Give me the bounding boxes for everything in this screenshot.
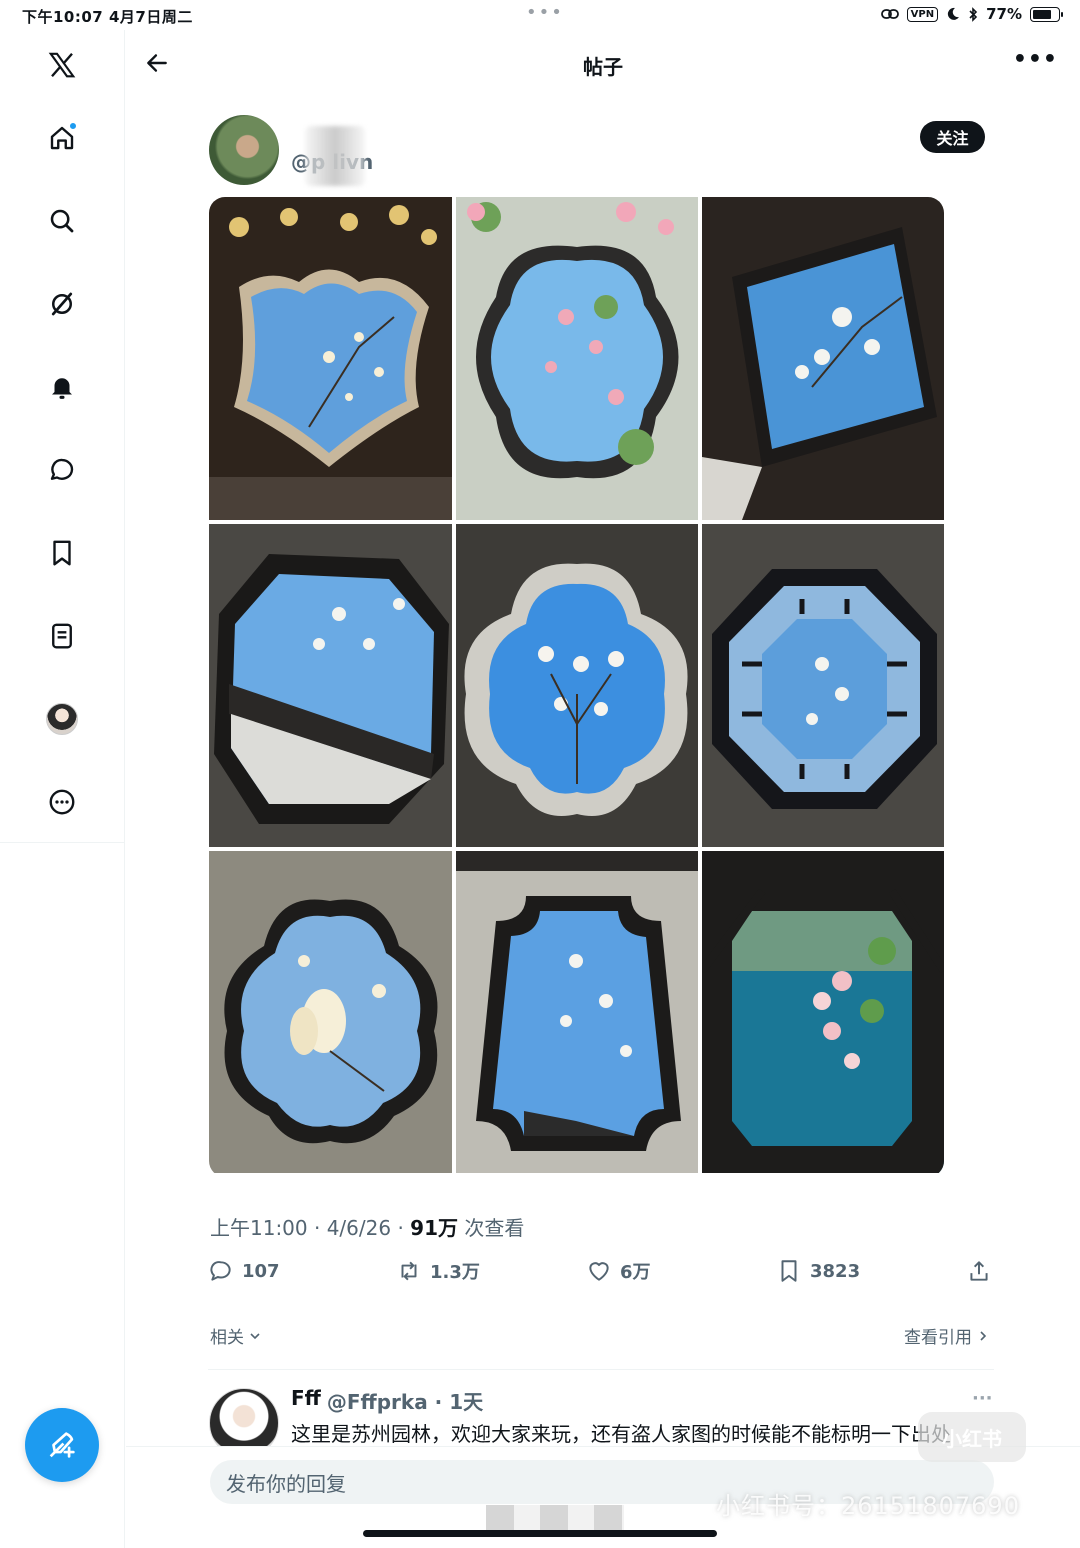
- notification-dot: [69, 122, 77, 130]
- repost-icon: [401, 1261, 417, 1281]
- view-suffix: 次查看: [458, 1216, 525, 1240]
- sidebar: [0, 30, 125, 1548]
- home-icon[interactable]: [40, 116, 84, 160]
- view-quotes-link[interactable]: 查看引用: [904, 1323, 990, 1348]
- reply-more-icon[interactable]: ···: [972, 1388, 993, 1409]
- status-right: VPN 77%: [880, 5, 1063, 23]
- grid-photo-6[interactable]: [702, 524, 944, 847]
- reply-name[interactable]: Fff: [291, 1386, 321, 1415]
- more-options-icon[interactable]: [40, 780, 84, 824]
- sidebar-divider: [0, 842, 124, 843]
- x-logo-icon[interactable]: [40, 43, 84, 87]
- repost-count: 1.3万: [430, 1262, 480, 1283]
- like-count: 6万: [620, 1262, 651, 1283]
- like-button[interactable]: 6万: [586, 1258, 651, 1284]
- status-time: 下午10:07 4月7日周二: [22, 8, 193, 26]
- reply-handle[interactable]: @Fffprka · 1天: [327, 1386, 483, 1415]
- messages-icon[interactable]: [40, 448, 84, 492]
- post-actions: 107 1.3万 6万 3823: [208, 1258, 994, 1294]
- header: 帖子 •••: [126, 30, 1080, 96]
- related-label: 相关: [210, 1328, 244, 1348]
- compose-post-button[interactable]: [25, 1408, 99, 1482]
- share-icon: [970, 1261, 988, 1281]
- post-time: 上午11:00 · 4/6/26 ·: [210, 1216, 411, 1240]
- grid-photo-9[interactable]: [702, 851, 944, 1173]
- privacy-blur: [305, 126, 365, 186]
- more-menu-button[interactable]: •••: [1013, 49, 1058, 71]
- post-meta: 上午11:00 · 4/6/26 · 91万 次查看: [210, 1212, 524, 1241]
- bookmark-icon: [781, 1260, 797, 1282]
- chevron-right-icon: [980, 1330, 987, 1341]
- grid-photo-7[interactable]: [209, 851, 452, 1173]
- vpn-badge: VPN: [906, 6, 939, 22]
- reply-icon: [210, 1261, 231, 1281]
- search-icon[interactable]: [40, 199, 84, 243]
- moon-icon: [947, 7, 960, 20]
- battery-icon: [1030, 6, 1063, 22]
- heart-icon: [589, 1262, 609, 1281]
- avatar: [46, 703, 78, 735]
- link-icon: [880, 9, 899, 19]
- grid-photo-5[interactable]: [456, 524, 698, 847]
- reply-text: 这里是苏州园林，欢迎大家来玩，还有盗人家图的时候能不能标明一下出处: [291, 1422, 951, 1446]
- profile-avatar[interactable]: [40, 697, 84, 741]
- bookmark-button[interactable]: 3823: [776, 1258, 860, 1284]
- reply-count: 107: [242, 1260, 280, 1282]
- status-bar: 下午10:07 4月7日周二 ••• VPN 77%: [0, 0, 1080, 30]
- multitask-dots-icon[interactable]: •••: [526, 2, 564, 23]
- bookmark-count: 3823: [810, 1260, 861, 1282]
- bookmarks-icon[interactable]: [40, 531, 84, 575]
- compose-feather-icon: [49, 1432, 75, 1458]
- grid-photo-2[interactable]: [456, 197, 698, 520]
- author-avatar[interactable]: [209, 115, 279, 185]
- chevron-down-icon: [250, 1332, 260, 1339]
- share-button[interactable]: [966, 1258, 992, 1284]
- photo-grid: [209, 197, 944, 1177]
- grid-photo-1[interactable]: [209, 197, 452, 520]
- watermark-text: 小红书号：26151807690: [716, 1492, 1020, 1520]
- bluetooth-icon: [969, 6, 978, 22]
- reply-header: Fff @Fffprka · 1天: [291, 1386, 483, 1415]
- grid-photo-4[interactable]: [209, 524, 452, 847]
- page-title: 帖子: [583, 55, 623, 79]
- battery-percent: 77%: [986, 5, 1022, 23]
- follow-button[interactable]: 关注: [920, 121, 985, 153]
- notifications-bell-icon[interactable]: [40, 365, 84, 409]
- repost-button[interactable]: 1.3万: [396, 1258, 480, 1284]
- grid-photo-3[interactable]: [702, 197, 944, 520]
- lists-icon[interactable]: [40, 614, 84, 658]
- quotes-label: 查看引用: [904, 1328, 972, 1348]
- view-count: 91万: [410, 1216, 458, 1240]
- watermark-logo: 小红书: [918, 1412, 1026, 1462]
- home-indicator[interactable]: [363, 1530, 717, 1537]
- related-dropdown[interactable]: 相关: [210, 1323, 262, 1348]
- grid-photo-8[interactable]: [456, 851, 698, 1173]
- divider: [208, 1369, 994, 1370]
- reply-button[interactable]: 107: [208, 1258, 280, 1284]
- grok-icon[interactable]: [40, 282, 84, 326]
